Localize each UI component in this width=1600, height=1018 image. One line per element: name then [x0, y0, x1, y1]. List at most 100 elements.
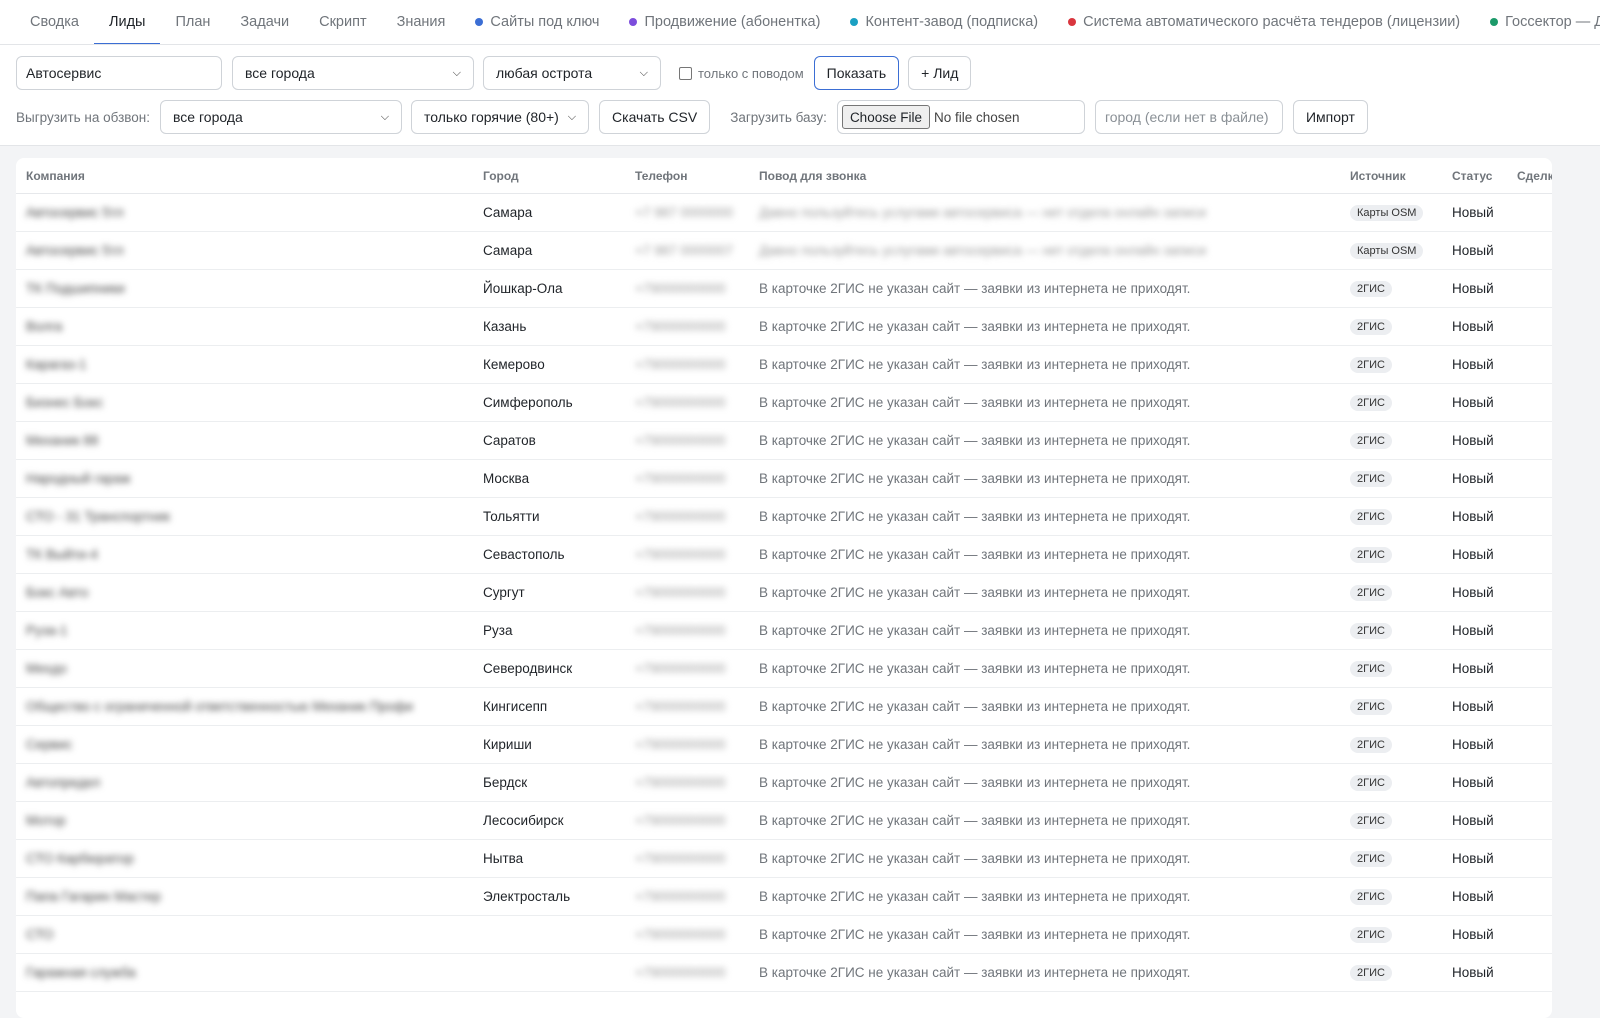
export-city-select[interactable]: все города ⌵: [160, 100, 403, 134]
search-input[interactable]: [16, 56, 222, 90]
table-row[interactable]: ТК Выйти-4 Севастополь +79000000000 В карто…: [16, 535, 1552, 574]
table-row[interactable]: Гаражная служба +79000000000 В карточке 2Г…: [16, 953, 1552, 992]
city-cell-text: Бердск: [483, 775, 528, 790]
table-row[interactable]: Бизнес Бокс Симферополь +79000000000 В карт…: [16, 383, 1552, 422]
table-row[interactable]: Руза-1 Руза +79000000000 В карточке 2ГИС не…: [16, 611, 1552, 650]
tab-5[interactable]: Скрипт: [304, 0, 381, 44]
tab-4[interactable]: Задачи: [225, 0, 304, 44]
table-row[interactable]: СТО Карбюратор Нытва +79000000000 В карточк…: [16, 839, 1552, 878]
table-row[interactable]: Мехдо Северодвинск +79000000000 В карточке …: [16, 649, 1552, 688]
table-row[interactable]: Мотор Лесосибирск +79000000000 В карточке 2…: [16, 801, 1552, 840]
download-csv-button[interactable]: Скачать CSV: [599, 100, 711, 134]
status-cell: Новый: [1442, 801, 1507, 840]
table-row[interactable]: Карагаз-1 Кемерово +79000000000 В карточке …: [16, 345, 1552, 384]
city-cell-text: Кемерово: [483, 357, 545, 372]
table-row[interactable]: Автопредел Бердск +79000000000 В карточке 2…: [16, 763, 1552, 802]
company-cell: Общество с ограниченной ответственностью…: [16, 687, 473, 726]
table-row[interactable]: ТК Подшипники Йошкар-Ола +79000000000 В кар…: [16, 269, 1552, 308]
reason-cell-text: В карточке 2ГИС не указан сайт — заявки …: [759, 395, 1191, 410]
company-cell: Руза-1: [16, 611, 473, 650]
tab-1[interactable]: Сводка: [15, 0, 94, 44]
source-cell: 2ГИС: [1340, 725, 1442, 764]
phone-cell: +79000000000: [625, 687, 749, 726]
table-row[interactable]: Бокс Авто Сургут +79000000000 В карточке 2Г…: [16, 573, 1552, 612]
reason-only-checkbox[interactable]: только с поводом: [679, 66, 804, 81]
city-cell: Лесосибирск: [473, 801, 625, 840]
source-cell: 2ГИС: [1340, 421, 1442, 460]
company-cell-text: Мотор: [26, 813, 66, 828]
city-filter-select[interactable]: все города ⌵: [232, 56, 474, 90]
reason-cell: В карточке 2ГИС не указан сайт — заявки …: [749, 497, 1340, 536]
city-cell: Руза: [473, 611, 625, 650]
export-city-value: все города: [173, 109, 243, 125]
export-row: Выгрузить на обзвон: все города ⌵ только…: [16, 99, 1584, 135]
add-lead-button[interactable]: + Лид: [908, 56, 972, 90]
deals-cell: [1507, 839, 1552, 878]
table-row[interactable]: СТО - 31 Транспортник Тольятти +7900000000…: [16, 497, 1552, 536]
company-cell-text: Автосервис 5тл: [26, 243, 124, 258]
phone-cell: +7 987 0000007: [625, 231, 749, 270]
export-heat-value: только горячие (80+): [424, 109, 559, 125]
product-tab-2[interactable]: Продвижение (абонентка): [614, 0, 835, 44]
tab-2[interactable]: Лиды: [93, 0, 161, 44]
table-row[interactable]: Автосервис 5тл Самара +7 987 0000000 Давно …: [16, 193, 1552, 232]
status-cell-text: Новый: [1452, 965, 1494, 980]
checkbox-icon[interactable]: [679, 66, 692, 80]
import-city-input[interactable]: [1094, 100, 1283, 134]
company-cell-text: ТК Подшипники: [26, 281, 125, 296]
file-input[interactable]: Choose File No file chosen: [836, 100, 1085, 134]
product-tab-label: Контент-завод (подписка): [865, 14, 1039, 30]
choose-file-button[interactable]: Choose File: [841, 105, 930, 129]
show-button[interactable]: Показать: [813, 56, 900, 90]
city-cell: Казань: [473, 307, 625, 346]
city-cell-text: Кингисепп: [483, 699, 548, 714]
table-row[interactable]: Автосервис 5тл Самара +7 987 0000007 Давно …: [16, 231, 1552, 270]
reason-cell-text: Давно пользуйтесь услугами автосервиса —…: [759, 243, 1207, 258]
company-cell: Автосервис 5тл: [16, 231, 473, 270]
phone-cell: +79000000000: [625, 801, 749, 840]
product-tab-1[interactable]: Сайты под ключ: [460, 0, 614, 44]
source-badge: 2ГИС: [1350, 395, 1392, 411]
company-cell: Механик 88: [16, 421, 473, 460]
table-row[interactable]: Механик 88 Саратов +79000000000 В карточке …: [16, 421, 1552, 460]
table-row[interactable]: Папа Гагарин Мастер Электросталь +79000000…: [16, 877, 1552, 916]
status-cell-text: Новый: [1452, 699, 1494, 714]
product-tab-3[interactable]: Контент-завод (подписка): [835, 0, 1053, 44]
status-cell: Новый: [1442, 535, 1507, 574]
table-row[interactable]: СТО +79000000000 В карточке 2ГИС не указан…: [16, 915, 1552, 954]
table-row[interactable]: Волга Казань +79000000000 В карточке 2ГИС н…: [16, 307, 1552, 346]
source-badge: 2ГИС: [1350, 889, 1392, 905]
status-dot-icon: [1068, 18, 1077, 26]
import-button[interactable]: Импорт: [1292, 100, 1368, 134]
product-tab-4[interactable]: Система автоматического расчёта тендеров…: [1053, 0, 1475, 44]
tab-3[interactable]: План: [160, 0, 225, 44]
table-header-row: Компания Город Телефон Повод для звонка Исто…: [16, 158, 1552, 194]
column-header-5: Источник: [1340, 158, 1442, 194]
tab-6[interactable]: Знания: [382, 0, 461, 44]
table-row[interactable]: Сервис Кириши +79000000000 В карточке 2ГИС …: [16, 725, 1552, 764]
city-cell-text: Сургут: [483, 585, 525, 600]
phone-cell: +79000000000: [625, 345, 749, 384]
company-cell: Бокс Авто: [16, 573, 473, 612]
company-cell-text: Бизнес Бокс: [26, 395, 104, 410]
source-badge: 2ГИС: [1350, 319, 1392, 335]
status-cell-text: Новый: [1452, 471, 1494, 486]
company-cell-text: Бокс Авто: [26, 585, 89, 600]
reason-cell: В карточке 2ГИС не указан сайт — заявки …: [749, 535, 1340, 574]
company-cell: Гаражная служба: [16, 953, 473, 992]
source-cell: 2ГИС: [1340, 269, 1442, 308]
reason-cell-text: В карточке 2ГИС не указан сайт — заявки …: [759, 889, 1191, 904]
export-heat-select[interactable]: только горячие (80+) ⌵: [411, 100, 590, 134]
phone-cell-text: +79000000000: [635, 623, 726, 638]
source-badge: 2ГИС: [1350, 661, 1392, 677]
company-cell: ТК Подшипники: [16, 269, 473, 308]
source-badge: 2ГИС: [1350, 623, 1392, 639]
product-tab-5[interactable]: Госсектор — Дядя: [1475, 0, 1600, 44]
source-cell: 2ГИС: [1340, 915, 1442, 954]
table-row[interactable]: Общество с ограниченной ответственностью…: [16, 687, 1552, 726]
reason-cell-text: В карточке 2ГИС не указан сайт — заявки …: [759, 699, 1191, 714]
phone-cell: +79000000000: [625, 459, 749, 498]
table-row[interactable]: Народный гараж Москва +79000000000 В карточ…: [16, 459, 1552, 498]
source-badge: 2ГИС: [1350, 965, 1392, 981]
heat-filter-select[interactable]: любая острота ⌵: [483, 56, 661, 90]
